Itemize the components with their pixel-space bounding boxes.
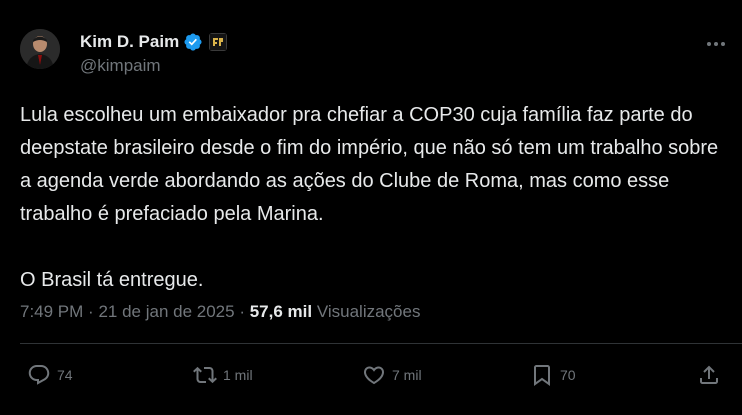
tweet: Kim D. Paim @kimpaim Lula escolheu um em… (0, 0, 742, 415)
tweet-time[interactable]: 7:49 PM (20, 302, 83, 321)
reply-count: 74 (57, 367, 73, 383)
like-count: 7 mil (392, 367, 422, 383)
retweet-button[interactable]: 1 mil (193, 360, 253, 390)
bookmark-button[interactable]: 70 (530, 360, 576, 390)
share-button[interactable] (697, 360, 721, 390)
bookmark-count: 70 (560, 367, 576, 383)
views-count[interactable]: 57,6 mil (250, 302, 312, 321)
retweet-icon (193, 366, 217, 384)
share-icon (700, 365, 718, 384)
tweet-paragraph: O Brasil tá entregue. (20, 269, 204, 291)
like-icon (363, 366, 385, 385)
avatar[interactable] (20, 29, 60, 69)
author-block: Kim D. Paim @kimpaim (80, 31, 228, 77)
tweet-date[interactable]: 21 de jan de 2025 (98, 302, 234, 321)
tweet-text: Lula escolheu um embaixador pra chefiar … (20, 99, 730, 297)
affiliate-badge-icon[interactable] (209, 33, 228, 51)
divider (20, 343, 742, 344)
verified-badge-icon[interactable] (183, 32, 203, 52)
name-row: Kim D. Paim (80, 31, 228, 53)
tweet-paragraph: Lula escolheu um embaixador pra chefiar … (20, 104, 719, 225)
bookmark-icon (534, 365, 550, 386)
meta-separator: · (239, 302, 245, 321)
handle[interactable]: @kimpaim (80, 55, 227, 77)
reply-button[interactable]: 74 (27, 360, 73, 390)
views-label: Visualizações (316, 302, 421, 321)
like-button[interactable]: 7 mil (362, 360, 422, 390)
display-name[interactable]: Kim D. Paim (80, 31, 179, 53)
retweet-count: 1 mil (223, 367, 253, 383)
reply-icon (28, 365, 50, 385)
meta-separator: · (88, 302, 94, 321)
action-bar: 74 1 mil 7 mil 70 (0, 360, 742, 390)
tweet-meta: 7:49 PM · 21 de jan de 2025 · 57,6 mil V… (20, 300, 420, 324)
more-icon[interactable] (704, 32, 728, 56)
